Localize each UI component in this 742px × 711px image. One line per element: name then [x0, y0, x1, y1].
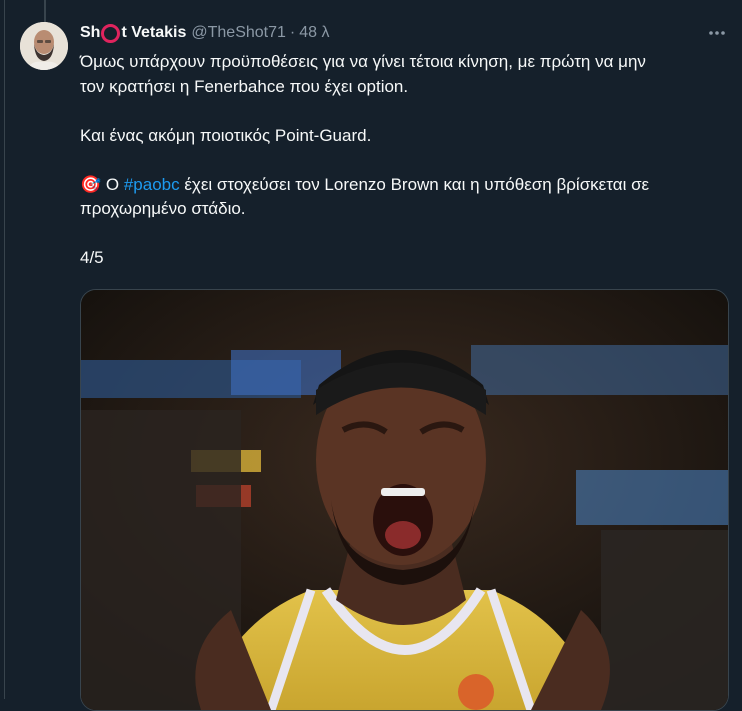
avatar-image	[20, 22, 68, 70]
thread-counter: 4/5	[80, 248, 104, 267]
thread-connector-line	[44, 0, 46, 22]
tweet-line-5: προχωρημένο στάδιο.	[80, 199, 246, 218]
tweet-line-4-post: έχει στοχεύσει τον Lorenzo Brown και η υ…	[179, 174, 650, 194]
target-logo-icon	[101, 23, 121, 43]
tweet-line-4-pre: Ο	[101, 174, 124, 194]
timeline-border	[4, 0, 5, 699]
tweet-line-2: τον κρατήσει η Fenerbahce που έχει optio…	[80, 76, 409, 96]
tweet-line-1: Όμως υπάρχουν προϋποθέσεις για να γίνει …	[80, 52, 646, 71]
tweet-timestamp[interactable]: 48 λ	[299, 24, 329, 42]
tweet-header: Sh t Vetakis @TheShot71 · 48 λ	[80, 22, 730, 44]
separator-dot: ·	[289, 24, 296, 41]
target-emoji-icon: 🎯	[80, 174, 102, 194]
tweet-line-4: 🎯 Ο #paobc έχει στοχεύσει τον Lorenzo Br…	[80, 173, 720, 198]
author-name-part2: t Vetakis	[121, 24, 187, 41]
author-name-part1: Sh	[80, 24, 101, 41]
tweet-text: Όμως υπάρχουν προϋποθέσεις για να γίνει …	[80, 50, 720, 271]
basketball-player-photo	[81, 290, 728, 710]
tweet-media-photo[interactable]	[80, 289, 729, 711]
tweet-line-3: Και ένας ακόμη ποιοτικός Point-Guard.	[80, 125, 372, 145]
hashtag-link[interactable]: #paobc	[124, 175, 180, 194]
avatar[interactable]	[20, 22, 68, 70]
author-name[interactable]: Sh t Vetakis	[80, 23, 187, 43]
more-options-button[interactable]	[702, 18, 732, 48]
author-handle[interactable]: @TheShot71	[191, 24, 286, 42]
ellipsis-icon	[709, 31, 725, 35]
